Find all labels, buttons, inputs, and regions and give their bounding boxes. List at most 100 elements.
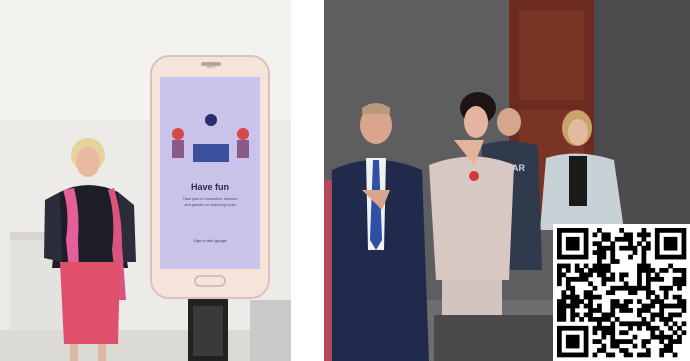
phone-brand: MEIZU [206,65,216,69]
qr-module [610,299,616,304]
qr-module [588,294,593,300]
qr-module [570,241,576,247]
qr-module [663,254,669,260]
qr-module [645,308,651,313]
qr-module [677,325,682,331]
qr-module [557,339,562,344]
qr-module [601,263,607,269]
qr-module [677,276,682,282]
qr-module [592,330,598,336]
qr-module [619,321,625,327]
qr-module [672,228,678,233]
qr-module [628,232,633,238]
illus-person-center [205,114,217,126]
qr-module [579,272,584,278]
qr-module [605,325,611,331]
qr-module [570,303,576,309]
qr-module [610,272,616,278]
illus-person-left [172,128,184,140]
qr-module [583,241,589,247]
qr-module [561,312,567,318]
qr-module [654,241,660,247]
qr-module [588,268,593,273]
qr-module [681,272,687,278]
qr-module [672,330,678,336]
qr-module [557,254,562,260]
qr-module [654,272,660,278]
qr-module [583,312,589,318]
qr-module [623,348,629,353]
qr-module [610,330,616,336]
qr-module [672,241,678,247]
qr-module [601,272,607,278]
qr-module [574,276,580,282]
qr-module [583,330,589,336]
qr-module [645,268,651,273]
qr-module [610,308,616,313]
qr-module [632,343,638,349]
qr-module [565,343,571,349]
qr-module [565,303,571,309]
qr-module [659,299,665,304]
qr-module [672,339,678,344]
qr-module [681,276,687,282]
qr-module [619,330,625,336]
qr-module [641,228,647,233]
qr-module [614,343,620,349]
qr-module [654,325,660,331]
qr-module [645,294,651,300]
qr-module [601,276,607,282]
qr-module [583,250,589,255]
qr-module [628,299,633,304]
qr-module [557,268,562,273]
qr-module [619,348,625,353]
qr-module [637,268,642,273]
qr-module [570,276,576,282]
qr-module [565,268,571,273]
qr-module [601,312,607,318]
qr-module [605,245,611,251]
qr-module [619,236,625,242]
qr-module [574,263,580,269]
illus-body-right [237,140,249,158]
qr-module [583,245,589,251]
qr-module [610,290,616,296]
qr-module [659,348,665,353]
face [76,147,100,177]
qr-module [597,325,602,331]
qr-module [610,254,616,260]
qr-module [597,245,602,251]
qr-module [557,308,562,313]
qr-module [645,276,651,282]
qr-module [592,241,598,247]
qr-module [574,343,580,349]
qr-module [650,276,656,282]
leg-right [98,344,106,361]
qr-module [597,303,602,309]
qr-module [619,245,625,251]
qr-module [588,281,593,287]
qr-module [650,268,656,273]
qr-module [605,290,611,296]
qr-module [601,245,607,251]
qr-module [654,334,660,340]
qr-module [668,254,673,260]
qr-module [672,281,678,287]
qr-module [561,272,567,278]
qr-module [659,254,665,260]
qr-module [579,316,584,322]
qr-module [574,294,580,300]
qr-module [597,308,602,313]
qr-module [592,308,598,313]
qr-module [628,290,633,296]
qr-module [654,299,660,304]
qr-module [623,308,629,313]
qr-module [672,321,678,327]
qr-module [574,339,580,344]
qr-module [557,330,562,336]
qr-module [557,352,562,358]
qr-module [605,232,611,238]
qr-code[interactable] [553,224,690,361]
qr-module [588,308,593,313]
qr-module [574,254,580,260]
